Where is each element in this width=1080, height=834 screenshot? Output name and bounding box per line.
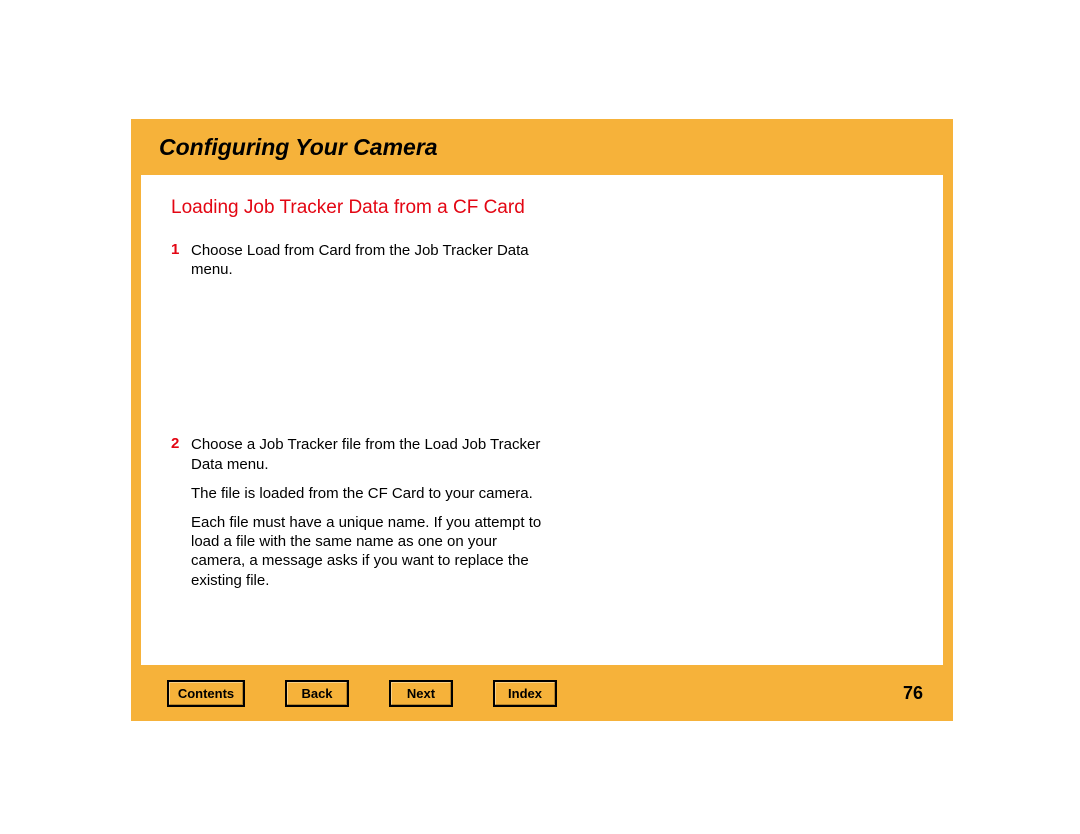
contents-button[interactable]: Contents — [167, 680, 245, 707]
spacer — [171, 285, 913, 435]
title-bar: Configuring Your Camera — [131, 119, 953, 175]
step-1: 1 Choose Load from Card from the Job Tra… — [171, 241, 551, 279]
footer-bar: Contents Back Next Index 76 — [131, 665, 953, 721]
step-2: 2 Choose a Job Tracker file from the Loa… — [171, 435, 551, 473]
step-number: 2 — [171, 435, 191, 452]
step-text: Choose a Job Tracker file from the Load … — [191, 435, 551, 473]
paragraph: The file is loaded from the CF Card to y… — [191, 484, 551, 503]
chapter-title: Configuring Your Camera — [159, 134, 438, 161]
content-area: Loading Job Tracker Data from a CF Card … — [141, 175, 943, 665]
back-button[interactable]: Back — [285, 680, 349, 707]
index-button[interactable]: Index — [493, 680, 557, 707]
step-text: Choose Load from Card from the Job Track… — [191, 241, 551, 279]
paragraph: Each file must have a unique name. If yo… — [191, 513, 551, 590]
next-button[interactable]: Next — [389, 680, 453, 707]
page-frame: Configuring Your Camera Loading Job Trac… — [131, 119, 953, 721]
step-number: 1 — [171, 241, 191, 258]
section-heading: Loading Job Tracker Data from a CF Card — [171, 197, 913, 219]
page-number: 76 — [903, 683, 929, 704]
